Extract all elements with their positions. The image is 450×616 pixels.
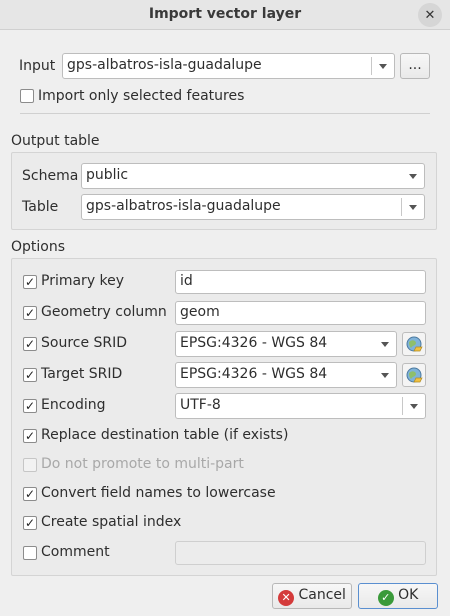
ok-icon: ✓: [377, 590, 394, 606]
check-icon: ✓: [24, 275, 36, 289]
chevron-down-icon: [381, 373, 389, 378]
combo-separator: [402, 397, 403, 415]
comment-field[interactable]: [175, 541, 426, 565]
input-label: Input: [19, 58, 56, 74]
comment-checkbox[interactable]: [23, 546, 37, 560]
lowercase-checkbox[interactable]: ✓: [23, 487, 37, 501]
schema-value: public: [86, 167, 129, 183]
close-button[interactable]: ✕: [418, 3, 442, 27]
chevron-down-icon: [381, 342, 389, 347]
source-srid-combo[interactable]: EPSG:4326 - WGS 84: [175, 331, 397, 357]
ok-button-label: OK: [398, 587, 419, 603]
browse-button-label: ...: [408, 57, 422, 73]
source-srid-label: Source SRID: [41, 335, 128, 351]
table-label: Table: [22, 199, 59, 215]
target-srid-label: Target SRID: [41, 366, 123, 382]
schema-label: Schema: [22, 168, 79, 184]
schema-combo[interactable]: public: [81, 163, 425, 189]
check-icon: ✓: [24, 337, 36, 351]
target-srid-combo[interactable]: EPSG:4326 - WGS 84: [175, 362, 397, 388]
chevron-down-icon: [379, 64, 387, 69]
chevron-down-icon: [410, 404, 418, 409]
source-srid-checkbox[interactable]: ✓: [23, 337, 37, 351]
encoding-combo[interactable]: UTF-8: [175, 393, 426, 419]
geometry-column-checkbox[interactable]: ✓: [23, 306, 37, 320]
import-selected-checkbox[interactable]: [20, 89, 34, 103]
replace-table-checkbox[interactable]: ✓: [23, 429, 37, 443]
geometry-column-field[interactable]: geom: [175, 301, 426, 325]
encoding-value: UTF-8: [180, 397, 221, 413]
import-selected-label: Import only selected features: [38, 88, 245, 104]
combo-separator: [371, 57, 372, 75]
no-promote-checkbox: [23, 458, 37, 472]
table-combo[interactable]: gps-albatros-isla-guadalupe: [81, 194, 425, 220]
encoding-label: Encoding: [41, 397, 106, 413]
combo-separator: [401, 198, 402, 216]
spatial-index-label: Create spatial index: [41, 514, 182, 530]
input-layer-combo[interactable]: gps-albatros-isla-guadalupe: [62, 53, 395, 79]
check-icon: ✓: [24, 306, 36, 320]
check-icon: ✓: [24, 399, 36, 413]
close-icon: ✕: [424, 7, 436, 23]
check-icon: ✓: [24, 368, 36, 382]
primary-key-field[interactable]: id: [175, 270, 426, 294]
table-value: gps-albatros-isla-guadalupe: [86, 198, 281, 214]
encoding-checkbox[interactable]: ✓: [23, 399, 37, 413]
chevron-down-icon: [409, 205, 417, 210]
lowercase-label: Convert field names to lowercase: [41, 485, 276, 501]
divider: [20, 113, 430, 114]
replace-table-label: Replace destination table (if exists): [41, 427, 289, 443]
no-promote-label: Do not promote to multi-part: [41, 456, 244, 472]
window-title: Import vector layer: [148, 6, 302, 22]
input-layer-value: gps-albatros-isla-guadalupe: [67, 57, 262, 73]
cancel-button[interactable]: ✕ Cancel: [272, 583, 352, 609]
cancel-icon: ✕: [278, 590, 295, 606]
comment-label: Comment: [41, 544, 110, 560]
check-icon: ✓: [24, 429, 36, 443]
spatial-index-checkbox[interactable]: ✓: [23, 516, 37, 530]
primary-key-label: Primary key: [41, 273, 125, 289]
source-srid-value: EPSG:4326 - WGS 84: [180, 335, 328, 351]
select-crs-button[interactable]: [402, 363, 426, 387]
ok-button[interactable]: ✓ OK: [358, 583, 438, 609]
globe-icon: [406, 367, 423, 383]
target-srid-value: EPSG:4326 - WGS 84: [180, 366, 328, 382]
globe-icon: [406, 336, 423, 352]
options-heading: Options: [11, 239, 66, 255]
cancel-button-label: Cancel: [298, 587, 346, 603]
title-bar: Import vector layer ✕: [0, 0, 450, 30]
select-crs-button[interactable]: [402, 332, 426, 356]
check-icon: ✓: [24, 487, 36, 501]
output-table-heading: Output table: [11, 133, 100, 149]
chevron-down-icon: [409, 174, 417, 179]
target-srid-checkbox[interactable]: ✓: [23, 368, 37, 382]
primary-key-checkbox[interactable]: ✓: [23, 275, 37, 289]
check-icon: ✓: [24, 516, 36, 530]
geometry-column-label: Geometry column: [41, 304, 167, 320]
browse-button[interactable]: ...: [400, 53, 430, 79]
